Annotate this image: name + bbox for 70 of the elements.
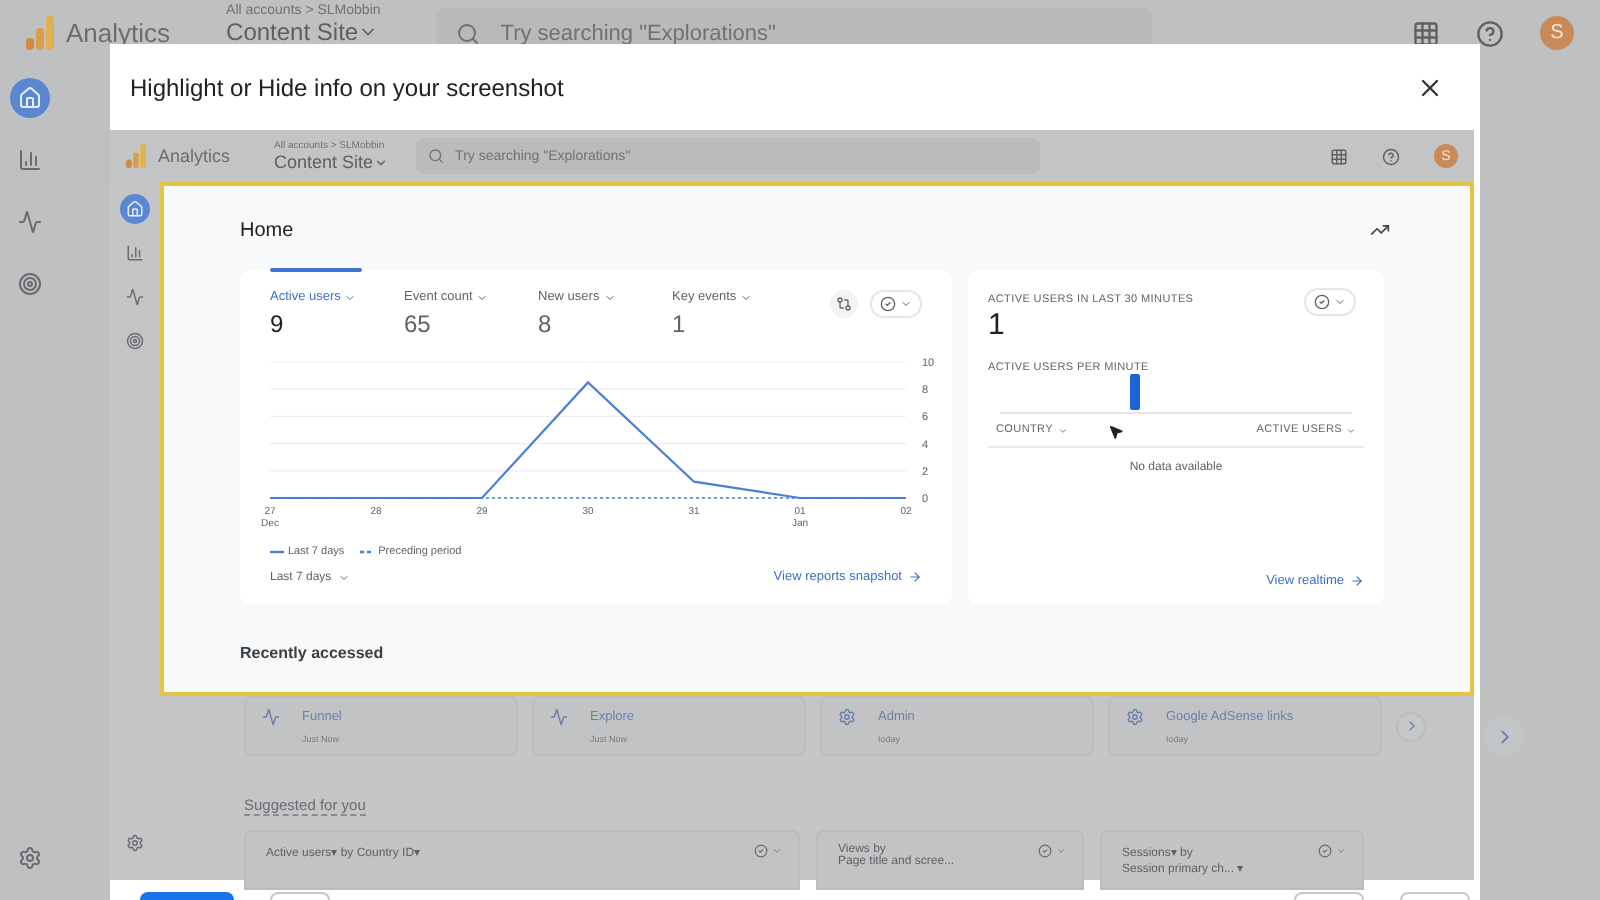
- check-circle-icon: [880, 296, 896, 312]
- target-icon: [18, 272, 42, 296]
- page-title: Home: [240, 219, 294, 241]
- home-icon: [126, 200, 144, 218]
- legend-line-icon: [360, 550, 375, 554]
- metric-value: 65: [404, 310, 433, 338]
- metric-value: 9: [270, 310, 286, 338]
- status-dropdown[interactable]: [870, 290, 922, 318]
- property-selector[interactable]: Content Site: [274, 153, 388, 171]
- check-circle-icon: [1314, 294, 1330, 310]
- footer-button[interactable]: [140, 892, 234, 900]
- check-circle-icon: [1318, 844, 1332, 858]
- legend-line-icon: [270, 550, 284, 554]
- caret-icon: [603, 291, 616, 303]
- bar-chart-icon: [126, 244, 144, 262]
- avatar[interactable]: S: [1540, 16, 1574, 50]
- activity-icon: [18, 210, 42, 234]
- rail-button[interactable]: [10, 78, 50, 118]
- caret-icon: [1057, 425, 1067, 435]
- product-name: Analytics: [66, 18, 171, 48]
- settings-icon[interactable]: [126, 834, 144, 852]
- cursor-icon: [1108, 424, 1124, 440]
- target-icon: [126, 332, 144, 350]
- caret-icon: [373, 155, 388, 169]
- rail-button[interactable]: [120, 194, 150, 224]
- compare-icon: [836, 296, 852, 312]
- caret-icon: [337, 571, 350, 583]
- status-dropdown[interactable]: [754, 844, 782, 858]
- caret-icon: [772, 846, 782, 856]
- dialog-title: Highlight or Hide info on your screenshot: [130, 73, 564, 101]
- analytics-logo: [126, 144, 146, 168]
- arrow-right-icon: [1350, 574, 1364, 588]
- bar-chart-icon: [18, 148, 42, 172]
- trend-icon[interactable]: [1370, 220, 1390, 240]
- metric-value: 8: [538, 310, 554, 338]
- property-selector[interactable]: Content Site: [226, 20, 381, 44]
- status-dropdown[interactable]: [1304, 288, 1356, 316]
- arrow-right-icon: [908, 570, 922, 584]
- caret-icon: [1056, 846, 1066, 856]
- apps-grid-icon[interactable]: [1412, 19, 1440, 47]
- caret-icon: [344, 291, 357, 303]
- compare-button[interactable]: [830, 290, 858, 318]
- status-dropdown[interactable]: [1318, 844, 1346, 858]
- metric-value: 1: [672, 310, 688, 338]
- status-dropdown[interactable]: [1038, 844, 1066, 858]
- settings-icon: [1126, 708, 1144, 726]
- activity-icon: [262, 708, 280, 726]
- search-icon: [456, 21, 481, 45]
- caret-icon: [1334, 296, 1346, 308]
- caret-icon: [1336, 846, 1346, 856]
- check-circle-icon: [1038, 844, 1052, 858]
- caret-icon: [740, 291, 753, 303]
- caret-icon: [1346, 425, 1356, 435]
- settings-icon[interactable]: [18, 846, 42, 870]
- help-icon[interactable]: [1382, 147, 1400, 165]
- activity-icon: [126, 288, 144, 306]
- analytics-logo: [26, 16, 54, 50]
- activity-icon: [550, 708, 568, 726]
- section-heading: Recently accessed: [240, 644, 386, 662]
- search-icon: [427, 148, 444, 164]
- check-circle-icon: [754, 844, 768, 858]
- next-button[interactable]: [1484, 716, 1524, 756]
- settings-icon: [838, 708, 856, 726]
- home-icon: [18, 86, 42, 110]
- realtime-value: 1: [988, 308, 1007, 342]
- product-name: Analytics: [158, 146, 231, 166]
- apps-grid-icon[interactable]: [1330, 147, 1348, 165]
- caret-icon: [476, 291, 489, 303]
- help-icon[interactable]: [1476, 19, 1504, 47]
- caret-icon: [900, 298, 912, 310]
